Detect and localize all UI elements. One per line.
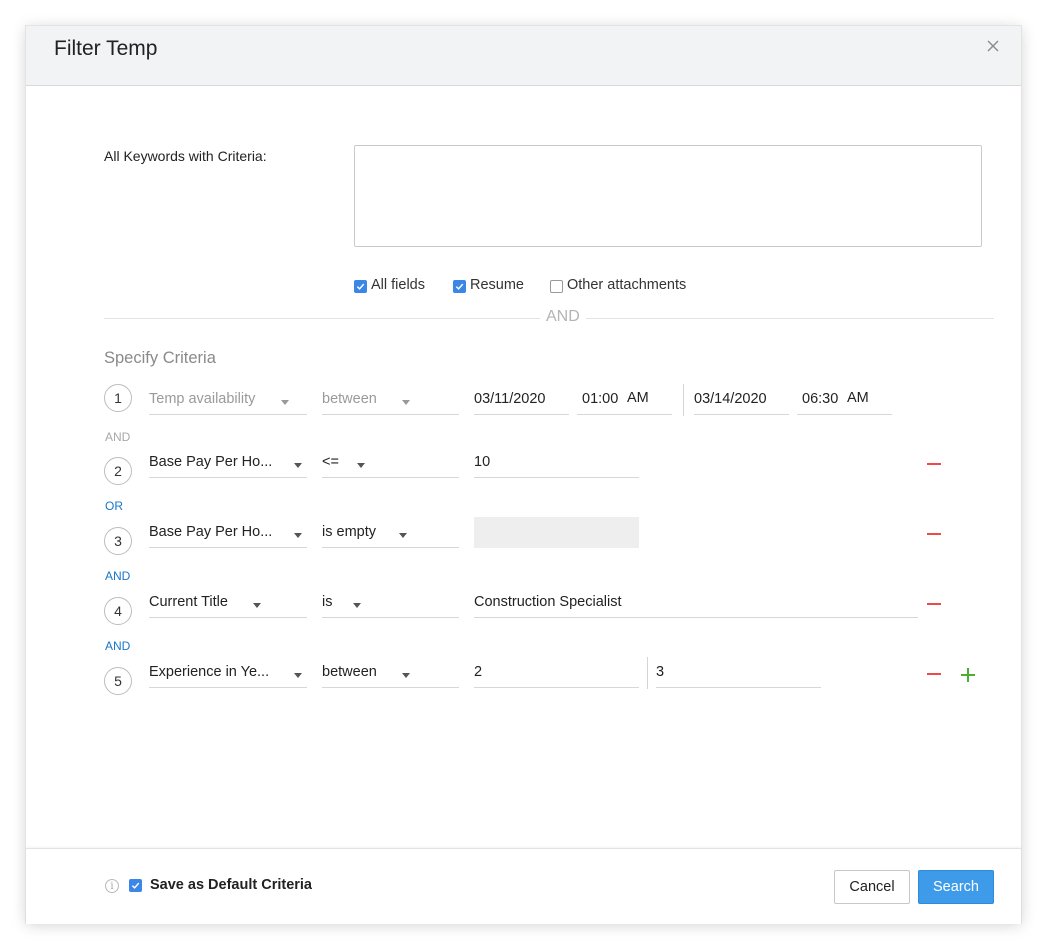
start-ampm: AM (627, 390, 649, 406)
specify-criteria-title: Specify Criteria (104, 349, 216, 367)
dialog-header: Filter Temp (26, 26, 1021, 86)
criteria-number: 5 (104, 667, 132, 695)
range-separator (647, 657, 648, 689)
remove-criteria-icon[interactable] (927, 533, 941, 535)
checkbox-checked-icon[interactable] (453, 280, 466, 293)
chevron-down-icon (402, 400, 410, 405)
operator-select[interactable]: between (322, 660, 459, 688)
connector-label[interactable]: OR (105, 499, 123, 513)
resume-checkbox[interactable]: Resume (453, 277, 524, 293)
criteria-number: 2 (104, 457, 132, 485)
field-select[interactable]: Temp availability (149, 387, 307, 415)
chevron-down-icon (253, 603, 261, 608)
remove-criteria-icon[interactable] (927, 603, 941, 605)
end-ampm: AM (847, 390, 869, 406)
operator-select[interactable]: is empty (322, 520, 459, 548)
value-input-disabled (474, 517, 639, 548)
all-fields-checkbox[interactable]: All fields (354, 277, 425, 293)
cancel-button[interactable]: Cancel (834, 870, 910, 904)
and-divider-label: AND (540, 308, 586, 326)
range-from-input[interactable]: 2 (474, 660, 639, 688)
field-select[interactable]: Base Pay Per Ho... (149, 520, 307, 548)
checkbox-checked-icon[interactable] (129, 878, 142, 892)
dialog-footer: i Save as Default Criteria Cancel Search (26, 848, 1021, 924)
operator-select[interactable]: between (322, 387, 459, 415)
save-default-checkbox[interactable]: Save as Default Criteria (129, 877, 312, 893)
save-default-label: Save as Default Criteria (150, 877, 312, 893)
field-select[interactable]: Base Pay Per Ho... (149, 450, 307, 478)
dialog-title: Filter Temp (54, 37, 158, 60)
other-attachments-label: Other attachments (567, 277, 687, 293)
checkbox-unchecked-icon[interactable] (550, 280, 563, 293)
checkbox-checked-icon[interactable] (354, 280, 367, 293)
info-icon[interactable]: i (105, 879, 119, 893)
operator-select[interactable]: <= (322, 450, 459, 478)
other-attachments-checkbox[interactable]: Other attachments (550, 277, 686, 293)
chevron-down-icon (399, 533, 407, 538)
value-input[interactable]: Construction Specialist (474, 590, 918, 618)
filter-dialog: Filter Temp All Keywords with Criteria: … (26, 26, 1021, 924)
chevron-down-icon (353, 603, 361, 608)
end-date-input[interactable]: 03/14/2020 (694, 387, 789, 415)
range-to-input[interactable]: 3 (656, 660, 821, 688)
operator-select[interactable]: is (322, 590, 459, 618)
resume-label: Resume (470, 277, 524, 293)
chevron-down-icon (357, 463, 365, 468)
chevron-down-icon (294, 463, 302, 468)
connector-label: AND (105, 430, 131, 444)
start-time-input[interactable]: 01:00 AM (577, 387, 672, 415)
chevron-down-icon (294, 533, 302, 538)
start-date-input[interactable]: 03/11/2020 (474, 387, 569, 415)
search-button[interactable]: Search (918, 870, 994, 904)
remove-criteria-icon[interactable] (927, 673, 941, 675)
close-icon[interactable] (983, 36, 1003, 56)
all-fields-label: All fields (371, 277, 425, 293)
chevron-down-icon (281, 400, 289, 405)
connector-label[interactable]: AND (105, 639, 130, 653)
add-criteria-icon[interactable] (961, 668, 975, 682)
criteria-number: 4 (104, 597, 132, 625)
end-time-input[interactable]: 06:30 AM (797, 387, 892, 415)
keywords-label: All Keywords with Criteria: (104, 148, 267, 164)
connector-label[interactable]: AND (105, 569, 130, 583)
field-select[interactable]: Experience in Ye... (149, 660, 307, 688)
remove-criteria-icon[interactable] (927, 463, 941, 465)
criteria-number: 1 (104, 384, 132, 412)
chevron-down-icon (402, 673, 410, 678)
range-separator (683, 384, 684, 416)
value-input[interactable]: 10 (474, 450, 639, 478)
field-select[interactable]: Current Title (149, 590, 307, 618)
chevron-down-icon (294, 673, 302, 678)
criteria-number: 3 (104, 527, 132, 555)
keywords-input[interactable] (354, 145, 982, 247)
